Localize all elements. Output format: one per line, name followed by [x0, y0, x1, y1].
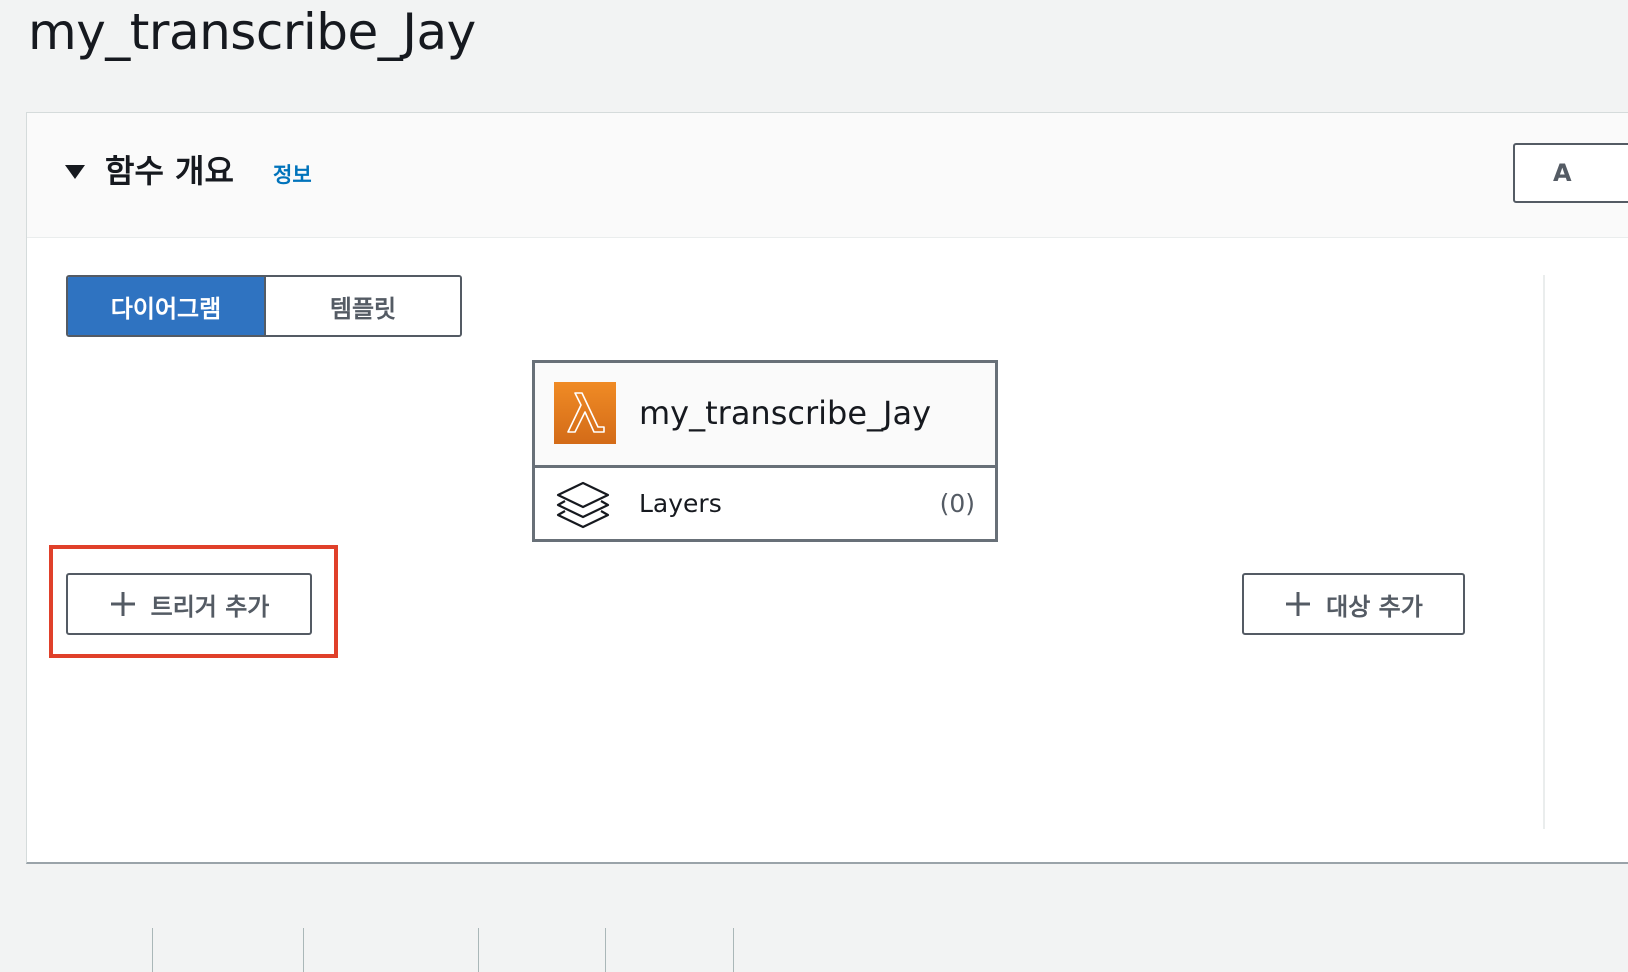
function-card: my_transcribe_Jay Layers (0) — [532, 360, 998, 542]
layers-row[interactable]: Layers (0) — [535, 468, 995, 542]
diagram-toggle-button[interactable]: 다이어그램 — [68, 277, 266, 335]
info-link[interactable]: 정보 — [273, 161, 312, 189]
tab-divider — [478, 928, 479, 972]
add-destination-label: 대상 추가 — [1326, 592, 1423, 621]
panel-divider — [1543, 275, 1545, 829]
layers-icon — [556, 481, 610, 529]
tab-divider — [152, 928, 153, 972]
function-card-header[interactable]: my_transcribe_Jay — [535, 363, 995, 468]
function-name: my_transcribe_Jay — [639, 394, 931, 432]
lambda-icon — [554, 382, 616, 444]
layers-count: (0) — [939, 489, 975, 518]
tab-divider — [733, 928, 734, 972]
add-destination-button[interactable]: 대상 추가 — [1242, 573, 1465, 635]
tab-divider — [303, 928, 304, 972]
add-trigger-button[interactable]: 트리거 추가 — [66, 573, 312, 635]
collapse-caret-icon[interactable] — [65, 165, 85, 179]
plus-icon — [1286, 592, 1311, 616]
panel-title: 함수 개요 — [105, 152, 234, 190]
function-overview-panel: 함수 개요 정보 A 다이어그램 템플릿 my_transcribe_Jay L… — [26, 112, 1628, 864]
view-toggle: 다이어그램 템플릿 — [66, 275, 462, 337]
layers-label: Layers — [639, 489, 722, 518]
panel-header: 함수 개요 정보 A — [27, 113, 1628, 238]
add-trigger-label: 트리거 추가 — [150, 592, 270, 621]
plus-icon — [110, 592, 135, 616]
page-title: my_transcribe_Jay — [28, 3, 476, 61]
tab-divider — [605, 928, 606, 972]
header-action-button[interactable]: A — [1513, 143, 1628, 203]
template-toggle-button[interactable]: 템플릿 — [266, 277, 460, 335]
